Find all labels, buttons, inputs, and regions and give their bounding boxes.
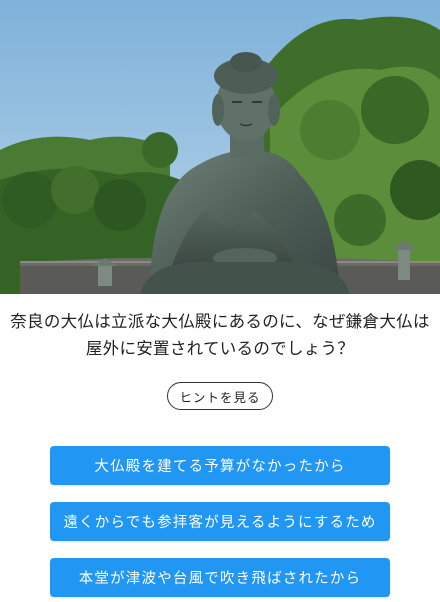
buddha-photo [0, 0, 440, 294]
answer-button-3[interactable]: 本堂が津波や台風で吹き飛ばされたから [50, 558, 390, 597]
hint-button[interactable]: ヒントを見る [167, 382, 273, 410]
answer-button-2[interactable]: 遠くからでも参拝客が見えるようにするため [50, 502, 390, 541]
question-text: 奈良の大仏は立派な大仏殿にあるのに、なぜ鎌倉大仏は 屋外に安置されているのでしょ… [0, 308, 440, 362]
answer-button-1[interactable]: 大仏殿を建てる予算がなかったから [50, 446, 390, 485]
question-line-2: 屋外に安置されているのでしょう？ [85, 339, 355, 358]
question-line-1: 奈良の大仏は立派な大仏殿にあるのに、なぜ鎌倉大仏は [10, 312, 430, 331]
